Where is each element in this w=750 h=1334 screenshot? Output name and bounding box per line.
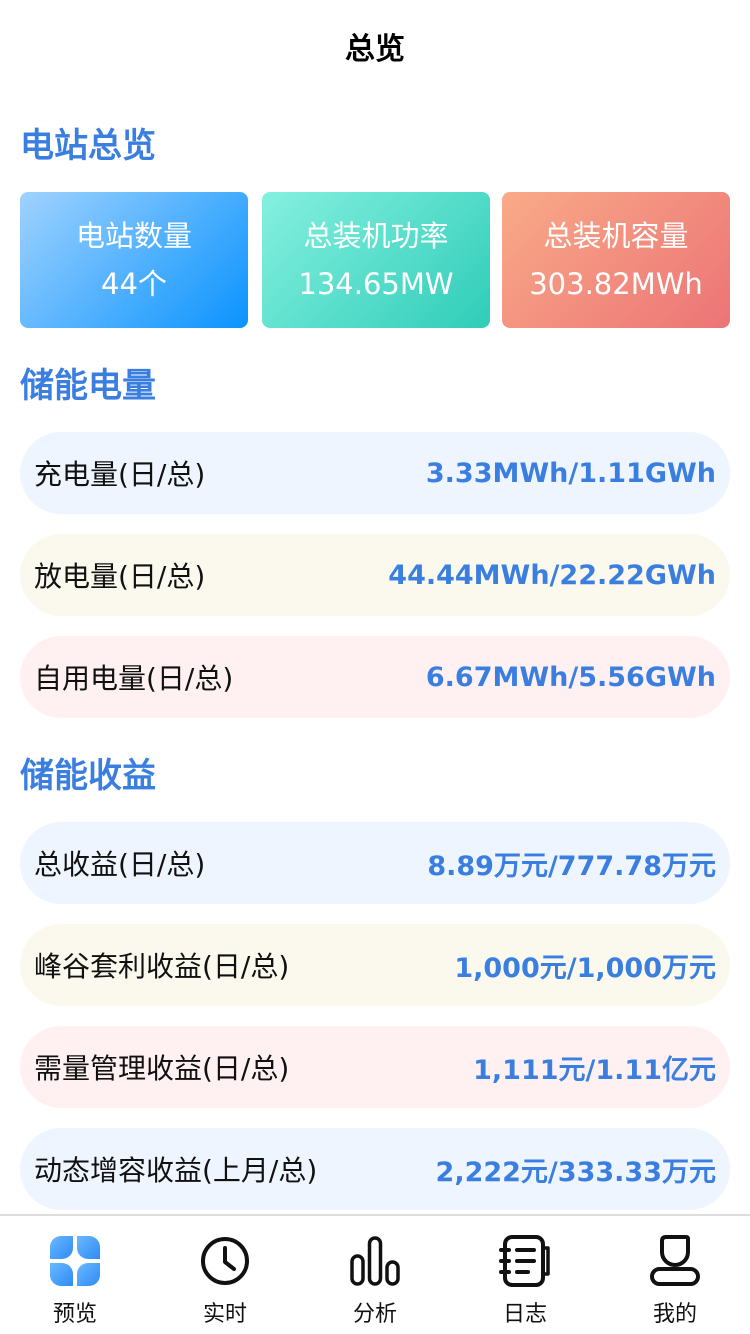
energy-section-title: 储能电量 xyxy=(20,366,156,406)
row-value: 3.33MWh/1.11GWh xyxy=(425,457,716,489)
row-value: 6.67MWh/5.56GWh xyxy=(425,661,716,693)
tab-log[interactable]: 日志 xyxy=(450,1216,600,1334)
total-revenue-row[interactable]: 总收益(日/总) 8.89万元/777.78万元 xyxy=(20,822,730,904)
revenue-section-title: 储能收益 xyxy=(20,756,156,796)
row-value: 44.44MWh/22.22GWh xyxy=(388,559,716,591)
app-screen: 总览 电站总览 电站数量 44个 总装机功率 134.65MW 总装机容量 30… xyxy=(0,0,750,1334)
card-value: 303.82MWh xyxy=(529,267,703,301)
row-value: 8.89万元/777.78万元 xyxy=(427,850,716,882)
bar-chart-icon xyxy=(350,1236,400,1286)
row-label: 充电量(日/总) xyxy=(34,458,206,491)
row-value: 1,111元/1.11亿元 xyxy=(473,1054,716,1086)
tab-mine[interactable]: 我的 xyxy=(600,1216,750,1334)
installed-power-card[interactable]: 总装机功率 134.65MW xyxy=(262,192,490,328)
capacity-expansion-revenue-row[interactable]: 动态增容收益(上月/总) 2,222元/333.33万元 xyxy=(20,1128,730,1210)
page-title: 总览 xyxy=(345,32,405,67)
clock-icon xyxy=(201,1237,249,1285)
row-value: 2,222元/333.33万元 xyxy=(435,1156,716,1188)
tab-label: 我的 xyxy=(652,1302,697,1327)
station-count-card[interactable]: 电站数量 44个 xyxy=(20,192,248,328)
discharge-row[interactable]: 放电量(日/总) 44.44MWh/22.22GWh xyxy=(20,534,730,616)
tab-label: 分析 xyxy=(352,1302,397,1327)
row-label: 自用电量(日/总) xyxy=(34,662,234,695)
self-use-row[interactable]: 自用电量(日/总) 6.67MWh/5.56GWh xyxy=(20,636,730,718)
card-value: 44个 xyxy=(101,267,167,301)
tab-realtime[interactable]: 实时 xyxy=(150,1216,300,1334)
row-label: 总收益(日/总) xyxy=(34,848,206,881)
row-label: 峰谷套利收益(日/总) xyxy=(34,950,290,983)
card-label: 电站数量 xyxy=(75,219,192,253)
charge-row[interactable]: 充电量(日/总) 3.33MWh/1.11GWh xyxy=(20,432,730,514)
arbitrage-revenue-row[interactable]: 峰谷套利收益(日/总) 1,000元/1,000万元 xyxy=(20,924,730,1006)
card-value: 134.65MW xyxy=(298,267,454,301)
row-value: 1,000元/1,000万元 xyxy=(454,952,716,984)
grid-icon xyxy=(50,1236,100,1286)
tab-label: 日志 xyxy=(502,1302,547,1327)
tab-preview[interactable]: 预览 xyxy=(0,1216,150,1334)
bottom-tab-bar: 预览 实时 分析 日志 我的 xyxy=(0,1214,750,1334)
tab-label: 预览 xyxy=(52,1302,97,1327)
row-label: 动态增容收益(上月/总) xyxy=(34,1154,318,1187)
overview-section-title: 电站总览 xyxy=(20,126,156,166)
tab-label: 实时 xyxy=(202,1302,247,1327)
notebook-icon xyxy=(499,1235,550,1287)
row-label: 需量管理收益(日/总) xyxy=(34,1052,290,1085)
row-label: 放电量(日/总) xyxy=(34,560,206,593)
demand-management-revenue-row[interactable]: 需量管理收益(日/总) 1,111元/1.11亿元 xyxy=(20,1026,730,1108)
card-label: 总装机容量 xyxy=(543,219,689,253)
installed-capacity-card[interactable]: 总装机容量 303.82MWh xyxy=(502,192,730,328)
card-label: 总装机功率 xyxy=(303,219,449,253)
tab-analysis[interactable]: 分析 xyxy=(300,1216,450,1334)
user-icon xyxy=(650,1235,700,1286)
